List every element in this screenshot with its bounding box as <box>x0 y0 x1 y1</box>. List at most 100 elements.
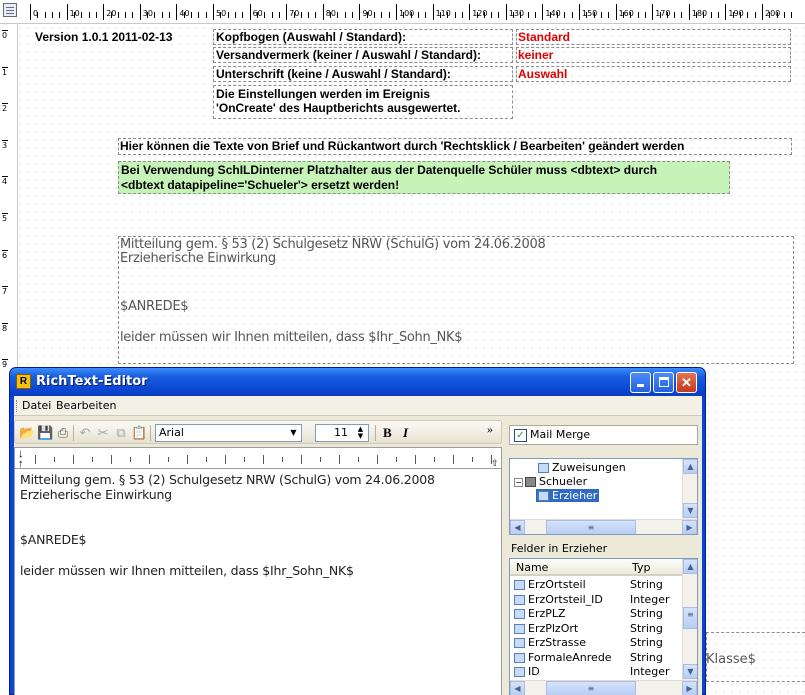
ruler-major-tick <box>615 4 617 20</box>
minimize-button[interactable] <box>630 372 651 393</box>
body-anrede: $ANREDE$ <box>120 299 189 314</box>
italic-button[interactable]: I <box>403 425 408 441</box>
tree-item-zuweisungen[interactable]: Zuweisungen <box>538 461 626 474</box>
field-row[interactable]: ErzOrtsteil_ID Integer <box>510 593 684 607</box>
ruler-label: 120 <box>472 9 488 18</box>
scroll-up-icon[interactable]: ▲ <box>683 459 697 474</box>
ruler-minor-tick <box>644 12 646 18</box>
checkmark-icon: ✓ <box>514 429 527 442</box>
scroll-left-icon[interactable]: ◀ <box>510 681 525 695</box>
ruler-label: 150 <box>582 9 598 18</box>
scroll-thumb[interactable]: ≡ <box>546 681 636 695</box>
table-icon <box>538 491 549 501</box>
field-name: ErzOrtsteil_ID <box>528 592 603 606</box>
scroll-down-icon[interactable]: ▼ <box>683 664 697 679</box>
ruler-major-tick <box>213 4 214 20</box>
field-type: String <box>630 621 663 635</box>
scroll-up-icon[interactable]: ▲ <box>683 559 697 574</box>
kopfbogen-label: Kopfbogen (Auswahl / Standard): <box>216 30 406 44</box>
grid-header: Name Typ <box>510 559 684 576</box>
grid-horizontal-scrollbar[interactable]: ◀ ≡ ▶ <box>510 680 697 695</box>
ruler-major-tick <box>542 4 544 20</box>
paste-icon[interactable]: 📋 <box>131 425 147 441</box>
field-row[interactable]: ErzPlzOrt String <box>510 622 684 636</box>
editor-ruler-tick <box>73 455 74 464</box>
menu-bearbeiten[interactable]: Bearbeiten <box>56 399 116 412</box>
field-name: ErzPLZ <box>528 607 566 620</box>
scroll-thumb[interactable]: ≡ <box>546 520 636 534</box>
ruler-units-icon[interactable] <box>3 3 17 17</box>
editor-titlebar[interactable]: R RichText-Editor ✕ <box>10 368 705 396</box>
right-indent-marker-icon[interactable]: ⇧ <box>491 458 499 468</box>
collapse-icon: − <box>514 478 523 487</box>
editor-ruler-tick <box>111 455 112 464</box>
font-name-combo[interactable]: Arial ▼ <box>155 424 302 442</box>
ruler-minor-tick <box>366 12 368 18</box>
ruler-minor-tick <box>476 12 478 18</box>
ruler-minor-tick <box>315 12 317 18</box>
scroll-left-icon[interactable]: ◀ <box>510 520 525 534</box>
field-icon <box>514 638 525 648</box>
field-row[interactable]: FormaleAnrede String <box>510 651 684 665</box>
maximize-button[interactable] <box>653 372 674 393</box>
ruler-minor-tick <box>783 12 785 18</box>
editor-ruler-tick <box>396 457 397 462</box>
ruler-label: 140 <box>545 9 561 18</box>
richtext-input[interactable]: Mitteilung gem. § 53 (2) Schulgesetz NRW… <box>14 469 502 695</box>
ruler-minor-tick <box>51 12 53 18</box>
field-name: ErzOrtsteil <box>528 578 586 591</box>
ruler-minor-tick <box>337 12 339 18</box>
undo-icon[interactable]: ↶ <box>77 425 93 441</box>
field-row[interactable]: ErzStrasse String <box>510 636 684 650</box>
scroll-thumb[interactable]: ≡ <box>683 607 697 629</box>
vertical-ruler-label: 5 <box>2 213 8 223</box>
ruler-label: 130 <box>508 9 525 18</box>
font-size-spinner[interactable]: 11 ▲ ▼ <box>315 424 369 442</box>
ruler-label: 190 <box>728 9 744 18</box>
tree-item-erzieher[interactable]: Erzieher <box>536 489 600 502</box>
versand-value-frame[interactable] <box>516 47 791 63</box>
field-row[interactable]: ErzPLZ String <box>510 607 684 621</box>
editor-ruler[interactable]: ↓ ↑ ⇧ <box>14 447 502 470</box>
warning-line2: <dbtext datapipeline='Schueler'> ersetzt… <box>121 178 400 192</box>
bold-button[interactable]: B <box>383 425 392 441</box>
ruler-minor-tick <box>234 12 236 18</box>
field-row[interactable]: ErzOrtsteil String <box>510 578 684 592</box>
vertical-ruler-number: 5 <box>2 214 8 223</box>
ruler-minor-tick <box>535 12 537 18</box>
datapipeline-tree: Zuweisungen − Schueler Erzieher ▲ ▼ ◀ ≡ ▶ <box>509 458 698 535</box>
ruler-label: 160 <box>618 9 634 18</box>
ruler-minor-tick <box>110 12 112 18</box>
mail-merge-checkbox[interactable]: ✓ Mail Merge <box>509 425 698 445</box>
field-row[interactable]: ID Integer <box>510 665 684 679</box>
toolbar-overflow-button[interactable]: » <box>487 422 493 437</box>
editor-ruler-tick <box>206 457 207 462</box>
scroll-right-icon[interactable]: ▶ <box>682 520 697 534</box>
tree-vertical-scrollbar[interactable]: ▲ ▼ <box>682 459 697 519</box>
vertical-ruler-label: 7 <box>2 286 8 296</box>
left-indent-marker-icon[interactable]: ↑ <box>18 459 24 470</box>
scroll-down-icon[interactable]: ▼ <box>683 503 697 518</box>
scroll-right-icon[interactable]: ▶ <box>682 681 697 695</box>
save-icon[interactable]: 💾 <box>37 425 53 441</box>
body-line2: Erzieherische Einwirkung <box>120 251 276 266</box>
column-header-name[interactable]: Name <box>516 561 548 574</box>
column-header-typ[interactable]: Typ <box>632 561 651 574</box>
cut-icon[interactable]: ✂ <box>95 425 111 441</box>
menu-datei[interactable]: Datei <box>22 399 51 412</box>
body-leider: leider müssen wir Ihnen mitteilen, dass … <box>120 330 463 345</box>
ruler-minor-tick <box>593 12 595 18</box>
field-type: String <box>630 650 663 664</box>
vertical-ruler-label: 4 <box>2 176 8 186</box>
print-icon[interactable]: ⎙ <box>55 425 71 441</box>
open-folder-icon[interactable]: 📂 <box>19 425 35 441</box>
editor-ruler-tick <box>130 457 131 462</box>
close-button[interactable]: ✕ <box>676 372 697 393</box>
ruler-minor-tick <box>95 12 97 18</box>
tree-horizontal-scrollbar[interactable]: ◀ ≡ ▶ <box>510 519 697 534</box>
copy-icon[interactable]: ⧉ <box>113 425 129 441</box>
ruler-minor-tick <box>205 12 207 18</box>
ruler-minor-tick <box>608 12 610 18</box>
grid-vertical-scrollbar[interactable]: ▲ ≡ ▼ <box>682 559 697 680</box>
tree-item-schueler[interactable]: − Schueler <box>514 475 587 488</box>
